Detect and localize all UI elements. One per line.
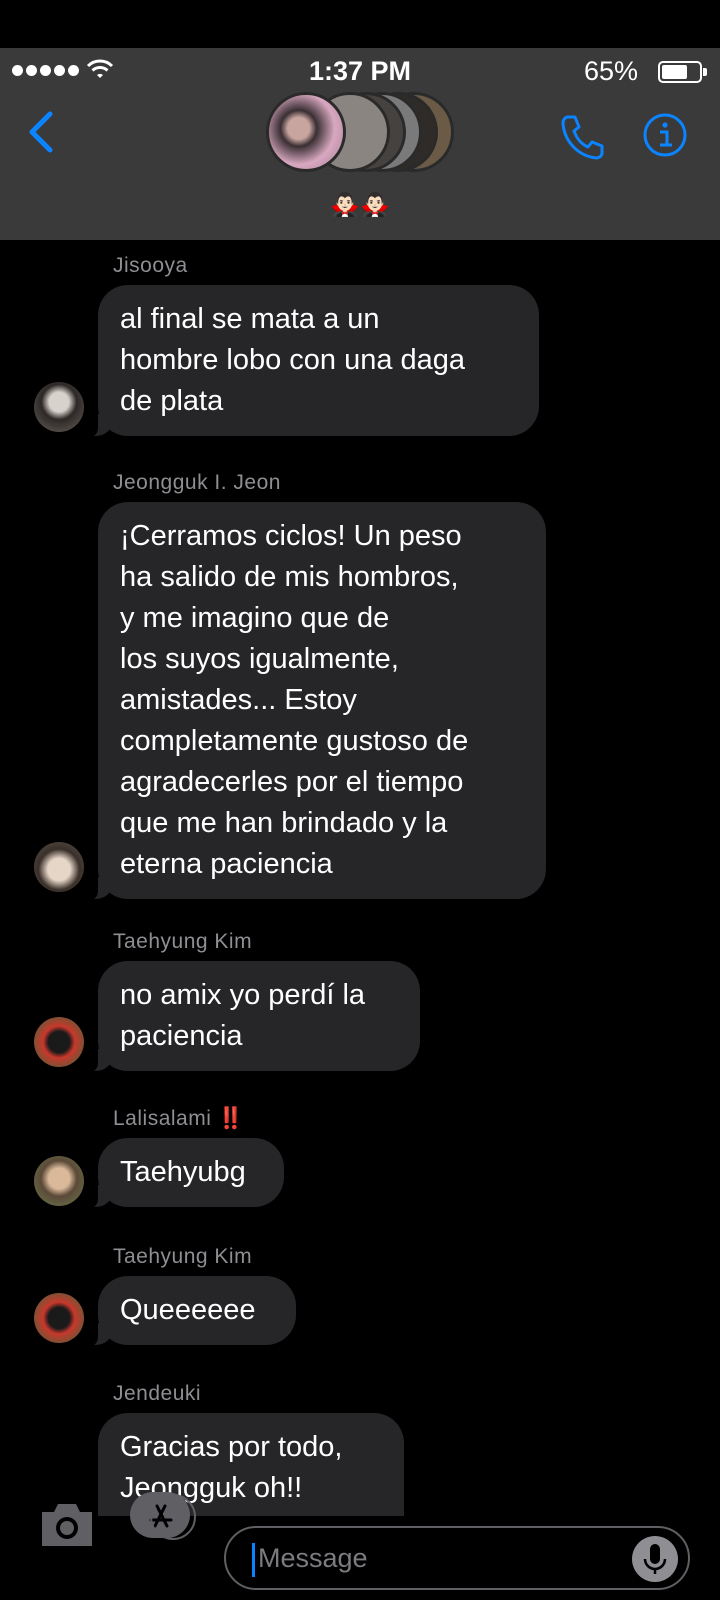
info-icon[interactable]	[642, 112, 688, 158]
sender-name: Taehyung Kim	[113, 930, 253, 953]
message-placeholder: Message	[258, 1543, 368, 1573]
phone-icon[interactable]	[560, 114, 604, 160]
sender-name: Jeongguk I. Jeon	[113, 471, 281, 494]
message-text: Taehyubg	[120, 1156, 246, 1188]
avatar[interactable]	[34, 1017, 84, 1067]
group-name[interactable]: 🧛🏻‍♂️🧛🏻‍♂️	[0, 190, 720, 219]
text-cursor	[252, 1543, 255, 1577]
message-text: Queeeeee	[120, 1294, 256, 1326]
group-avatar	[266, 92, 346, 172]
message-bubble[interactable]: al final se mata a un hombre lobo con un…	[88, 285, 539, 438]
battery-percent: 65%	[583, 56, 638, 86]
app-store-button[interactable]	[130, 1492, 196, 1540]
dictation-button[interactable]	[632, 1536, 678, 1582]
avatar[interactable]	[34, 1293, 84, 1343]
double-exclamation-icon: ‼️	[217, 1107, 245, 1130]
sender-name: Taehyung Kim	[113, 1245, 253, 1268]
app-store-icon	[149, 1504, 173, 1528]
battery-fill	[662, 65, 687, 79]
camera-icon[interactable]	[38, 1488, 96, 1552]
avatar[interactable]	[34, 1156, 84, 1206]
sender-name: Jendeuki	[113, 1382, 202, 1405]
message-input[interactable]: Message	[224, 1526, 690, 1590]
battery-icon	[658, 61, 707, 83]
message-bubble[interactable]: ¡Cerramos ciclos! Un peso ha salido de m…	[88, 502, 546, 901]
message-text: al final se mata a un hombre lobo con un…	[120, 303, 466, 417]
sender-name: Lalisalami	[113, 1107, 212, 1130]
message-text: no amix yo perdí la paciencia	[120, 979, 366, 1052]
message-bubble[interactable]: Taehyubg	[88, 1138, 284, 1209]
message-text: ¡Cerramos ciclos! Un peso ha salido de m…	[120, 520, 469, 880]
message-bubble[interactable]: Queeeeee	[88, 1276, 296, 1347]
avatar[interactable]	[34, 842, 84, 892]
status-bar: 1:37 PM 65%	[0, 48, 720, 92]
message-bubble[interactable]: no amix yo perdí la paciencia	[88, 961, 420, 1073]
microphone-icon	[643, 1544, 667, 1574]
sender-name-row: Lalisalami ‼️	[113, 1107, 244, 1131]
group-avatars[interactable]	[266, 92, 456, 174]
avatar[interactable]	[34, 382, 84, 432]
back-chevron-icon[interactable]	[26, 110, 56, 154]
sender-name: Jisooya	[113, 254, 188, 277]
